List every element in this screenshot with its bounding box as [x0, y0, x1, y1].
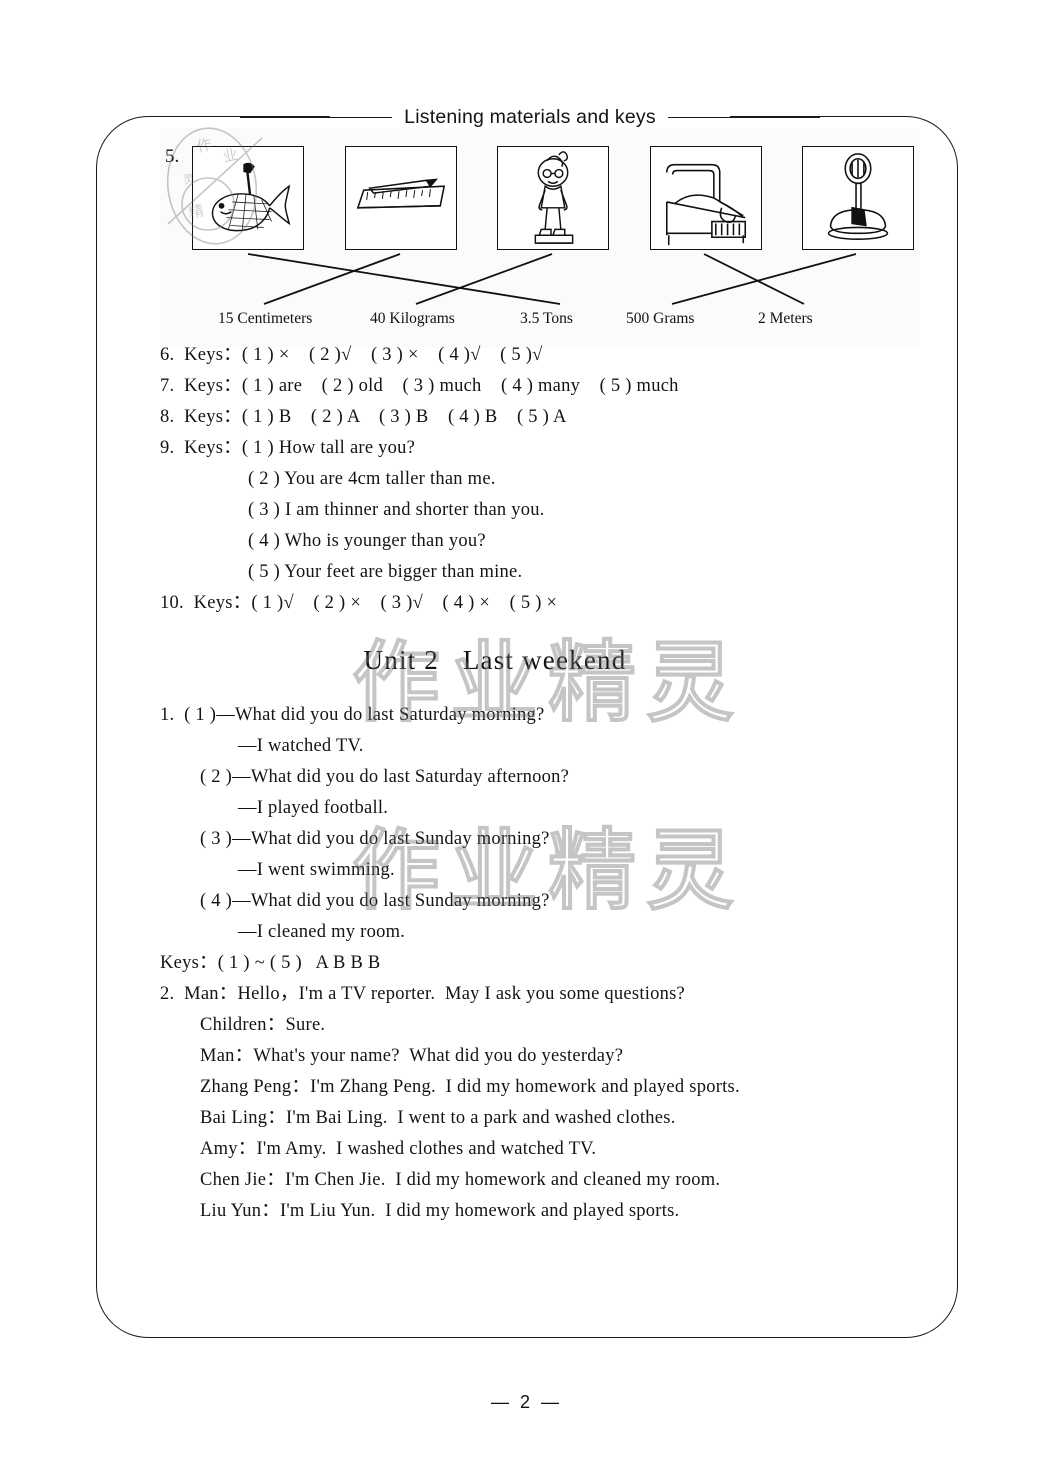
picture-weighing-scale [802, 146, 914, 250]
ex2-line-5: Bai Ling：I'm Bai Ling. I went to a park … [200, 1108, 676, 1128]
exercise-5-number: 5. [165, 146, 180, 167]
key-item-9-2: ( 2 ) You are 4cm taller than me. [248, 469, 496, 489]
label-15-centimeters: 15 Centimeters [218, 310, 313, 327]
key-item-9-4: ( 4 ) Who is younger than you? [248, 531, 486, 551]
key-item-9: 9. Keys：( 1 ) How tall are you? [160, 438, 416, 458]
header-rule-right [667, 117, 820, 118]
picture-bed [649, 146, 762, 250]
label-500-grams: 500 Grams [626, 310, 695, 327]
ex2-line-7: Chen Jie：I'm Chen Jie. I did my homework… [200, 1170, 721, 1190]
measurement-label-row: 15 Centimeters 40 Kilograms 3.5 Tons 500… [160, 310, 920, 336]
picture-row [192, 146, 914, 252]
running-head: Listening materials and keys [240, 106, 820, 129]
key-item-10: 10. Keys：( 1 )√ ( 2 ) × ( 3 )√ ( 4 ) × (… [160, 593, 558, 613]
ex2-line-6: Amy：I'm Amy. I washed clothes and watche… [200, 1139, 597, 1159]
unit-heading: Unit 2 Last weekend [363, 645, 627, 675]
ex2-line-4: Zhang Peng：I'm Zhang Peng. I did my home… [200, 1077, 740, 1097]
picture-whale-in-net [192, 146, 304, 250]
ex1-answer-2: —I played football. [238, 798, 389, 818]
key-item-7: 7. Keys：( 1 ) are ( 2 ) old ( 3 ) much (… [160, 376, 679, 396]
ex2-line-3: Man：What's your name? What did you do ye… [200, 1046, 624, 1066]
ex2-line-2: Children：Sure. [200, 1015, 326, 1035]
ex1-answer-1: —I watched TV. [238, 736, 364, 756]
ex1-question-4: ( 4 )—What did you do last Sunday mornin… [200, 891, 550, 911]
ex2-line-1: 2. Man：Hello，I'm a TV reporter. May I as… [160, 984, 686, 1004]
answer-key-content: 6. Keys：( 1 ) × ( 2 )√ ( 3 ) × ( 4 )√ ( … [160, 340, 890, 1227]
ex1-answer-3: —I went swimming. [238, 860, 395, 880]
picture-boy-on-scale [497, 146, 609, 250]
page-number: — 2 — [490, 1392, 562, 1412]
ex1-question-3: ( 3 )—What did you do last Sunday mornin… [200, 829, 550, 849]
key-item-9-5: ( 5 ) Your feet are bigger than mine. [248, 562, 523, 582]
ex1-question-1: 1. ( 1 )—What did you do last Saturday m… [160, 705, 545, 725]
ex1-answer-4: —I cleaned my room. [238, 922, 406, 942]
ex1-question-2: ( 2 )—What did you do last Saturday afte… [200, 767, 570, 787]
key-item-6: 6. Keys：( 1 ) × ( 2 )√ ( 3 ) × ( 4 )√ ( … [160, 345, 543, 365]
label-3-5-tons: 3.5 Tons [520, 310, 573, 327]
label-40-kilograms: 40 Kilograms [370, 310, 455, 327]
label-2-meters: 2 Meters [758, 310, 813, 327]
key-item-8: 8. Keys：( 1 ) B ( 2 ) A ( 3 ) B ( 4 ) B … [160, 407, 567, 427]
page-title: Listening materials and keys [404, 106, 656, 128]
ex1-keys: Keys：( 1 ) ~ ( 5 ) A B B B [160, 953, 381, 973]
ex2-line-8: Liu Yun：I'm Liu Yun. I did my homework a… [200, 1201, 680, 1221]
picture-ruler-and-pencil [344, 146, 457, 250]
exercise-5-matching-block: 5. 15 Centimeters 40 Kilograms 3.5 Tons … [160, 128, 920, 348]
key-item-9-3: ( 3 ) I am thinner and shorter than you. [248, 500, 545, 520]
header-rule-left [240, 117, 393, 118]
